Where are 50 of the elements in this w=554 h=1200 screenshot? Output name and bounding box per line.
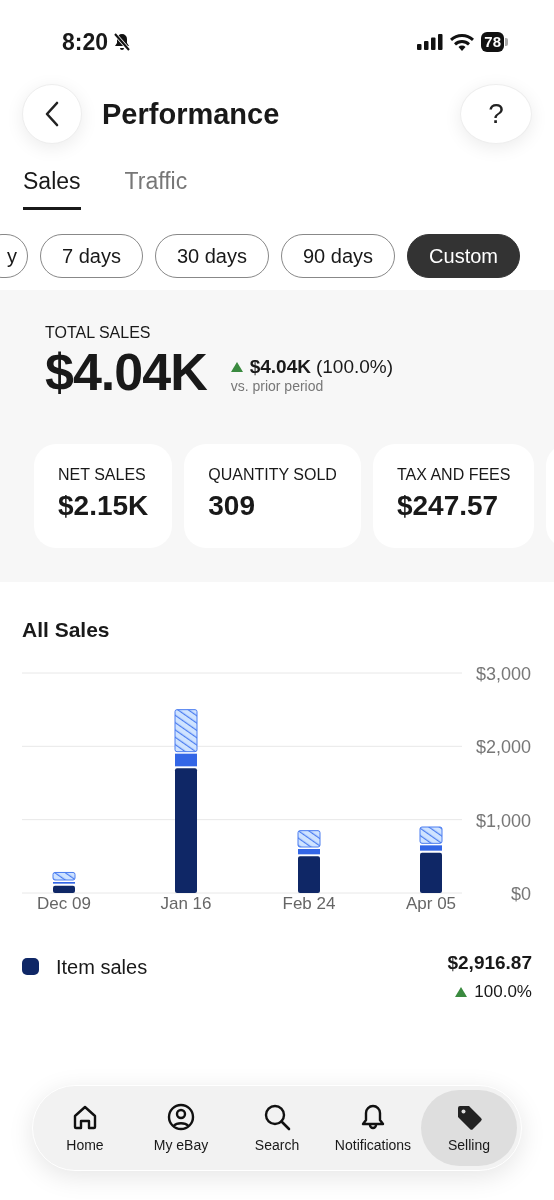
trend-up-icon — [455, 987, 468, 997]
range-chip[interactable]: 30 days — [154, 234, 269, 278]
metric-label: NET SALES — [58, 466, 147, 484]
range-chip[interactable]: Custom — [407, 234, 520, 278]
battery-level: 78 — [481, 32, 504, 52]
page-title: Performance — [102, 97, 280, 131]
metric-value: $2.15K — [58, 490, 149, 522]
home-icon — [71, 1103, 99, 1131]
signal-icon — [417, 34, 444, 50]
legend-change: 100.0% — [474, 982, 532, 1002]
change-percent: (100.0%) — [315, 356, 394, 378]
nav-tab[interactable]: Search — [229, 1090, 325, 1166]
axis-tick-label: $0 — [510, 884, 531, 904]
axis-tick-label: $1,000 — [475, 810, 531, 831]
total-sales-value: $4.04K — [45, 342, 207, 402]
legend-label: Item sales — [56, 956, 148, 979]
metric-label: TAX AND FEES — [396, 466, 511, 484]
bell-icon — [359, 1103, 387, 1131]
legend-value: $2,916.87 — [447, 952, 532, 974]
tag-icon — [455, 1103, 483, 1131]
metric-value: 309 — [208, 490, 256, 522]
nav-tab[interactable]: My eBay — [133, 1090, 229, 1166]
battery-cap-icon — [505, 38, 508, 46]
nav-tab[interactable]: Notifications — [325, 1090, 421, 1166]
metric-label: QUANTITY SOLD — [208, 466, 337, 484]
nav-tab[interactable]: Selling — [421, 1090, 517, 1166]
trend-up-icon — [230, 362, 243, 372]
axis-tick-label: $3,000 — [475, 664, 531, 684]
tab[interactable]: Traffic — [124, 166, 188, 210]
axis-tick-label: $2,000 — [475, 737, 531, 758]
axis-category-label: Feb 24 — [282, 894, 336, 912]
user-circle-icon — [167, 1103, 195, 1131]
wifi-icon — [450, 33, 475, 51]
tab[interactable]: Sales — [23, 166, 81, 210]
search-icon — [263, 1103, 291, 1131]
metric-value: $247.57 — [396, 490, 500, 522]
clock: 8:20 — [62, 28, 109, 56]
help-button[interactable]: ? — [460, 84, 532, 144]
axis-category-label: Apr 05 — [405, 894, 457, 912]
range-chip[interactable]: 90 days — [281, 234, 396, 278]
axis-category-label: Dec 09 — [37, 894, 91, 912]
axis-category-label: Jan 16 — [160, 894, 212, 912]
change-amount: $4.04K — [249, 356, 311, 378]
section-title: All Sales — [22, 618, 111, 642]
total-sales-label: TOTAL SALES — [45, 324, 152, 342]
comparison-note: vs. prior period — [230, 378, 325, 394]
nav-tab[interactable]: Home — [37, 1090, 133, 1166]
bell-muted-icon — [112, 32, 133, 52]
range-chip[interactable]: y — [0, 234, 28, 278]
range-chip[interactable]: 7 days — [40, 234, 143, 278]
